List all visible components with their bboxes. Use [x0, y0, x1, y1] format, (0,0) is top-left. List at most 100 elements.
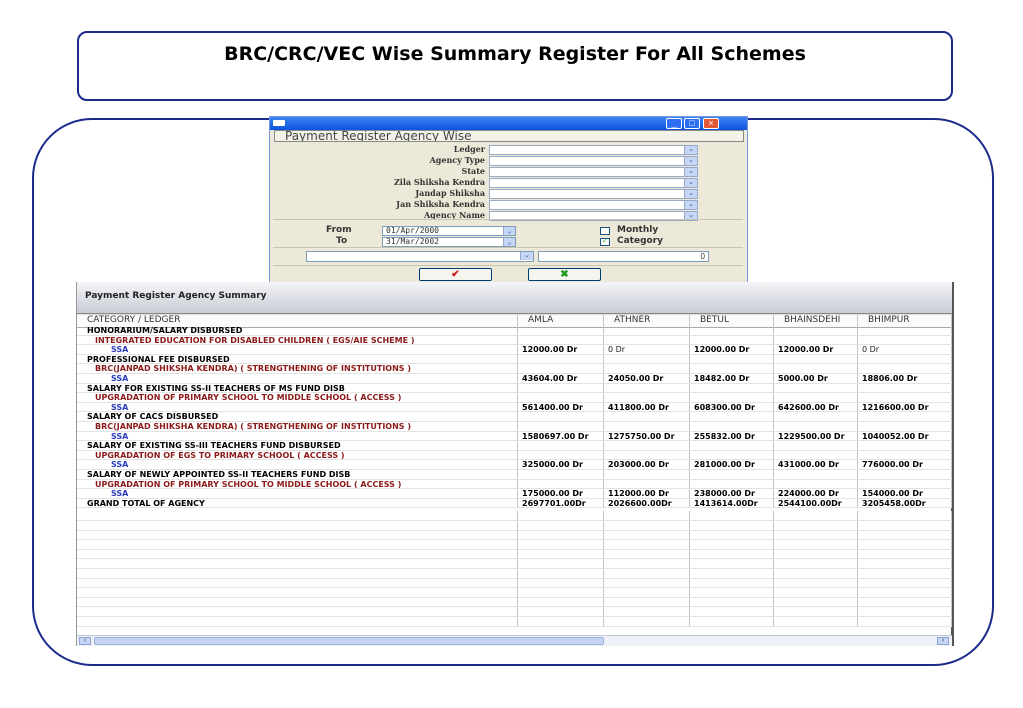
table-row[interactable]: SSA 43604.00 Dr 24050.00 Dr 18482.00 Dr 5000…	[77, 374, 952, 384]
amount-cell	[518, 588, 604, 597]
field-dropdown[interactable]: ⌄	[489, 167, 698, 177]
amount-cell	[518, 540, 604, 549]
field-dropdown[interactable]: ⌄	[489, 145, 698, 155]
ledger-cell: SSA	[77, 374, 518, 383]
amount-cell	[774, 521, 858, 530]
amount-cell	[518, 559, 604, 568]
amount-cell	[604, 569, 690, 578]
ledger-cell	[77, 511, 518, 520]
chevron-down-icon[interactable]: ⌄	[684, 157, 697, 165]
to-date-input[interactable]: 31/Mar/2002 ⌄	[382, 237, 516, 247]
amount-cell: 411800.00 Dr	[604, 402, 690, 412]
table-row[interactable]	[77, 607, 952, 617]
field-dropdown[interactable]: ⌄	[489, 178, 698, 188]
selection-combo[interactable]: ⌄	[306, 251, 534, 262]
table-row[interactable]	[77, 569, 952, 579]
table-row[interactable]: INTEGRATED EDUCATION FOR DISABLED CHILDR…	[77, 335, 952, 346]
scroll-right-button[interactable]: ›	[937, 637, 949, 645]
ledger-cell: PROFESSIONAL FEE DISBURSED	[77, 354, 518, 364]
chevron-down-icon[interactable]: ⌄	[684, 190, 697, 198]
chevron-down-icon[interactable]: ⌄	[684, 201, 697, 209]
amount-cell	[604, 450, 690, 460]
amount-cell	[604, 383, 690, 393]
scroll-thumb[interactable]	[94, 637, 604, 645]
category-checkbox[interactable]: ✓	[600, 238, 610, 246]
amount-cell	[690, 530, 774, 540]
table-row[interactable]	[77, 588, 952, 598]
amount-cell	[858, 412, 952, 421]
from-date-input[interactable]: 01/Apr/2000 ⌄	[382, 226, 516, 236]
table-row[interactable]: PROFESSIONAL FEE DISBURSED	[77, 354, 952, 365]
cancel-button[interactable]: ✖	[528, 268, 601, 281]
amount-cell	[858, 326, 952, 335]
field-dropdown[interactable]: ⌄	[489, 200, 698, 210]
table-row[interactable]	[77, 597, 952, 608]
maximize-button[interactable]: □	[684, 118, 700, 129]
table-row[interactable]: SSA 175000.00 Dr 112000.00 Dr 238000.00 Dr 2…	[77, 489, 952, 499]
table-row[interactable]	[77, 549, 952, 560]
amount-cell	[774, 470, 858, 479]
table-row[interactable]: SSA 1580697.00 Dr 1275750.00 Dr 255832.00 D…	[77, 431, 952, 442]
chevron-down-icon[interactable]: ⌄	[684, 179, 697, 187]
amount-cell	[518, 470, 604, 479]
table-row[interactable]: GRAND TOTAL OF AGENCY 2697701.00Dr 2026600…	[77, 498, 952, 509]
amount-cell	[858, 441, 952, 450]
slide-title-box: BRC/CRC/VEC Wise Summary Register For Al…	[77, 31, 953, 101]
amount-cell	[858, 588, 952, 597]
table-row[interactable]: BRC(JANPAD SHIKSHA KENDRA) ( STRENGTHENI…	[77, 422, 952, 432]
amount-cell	[604, 335, 690, 345]
amount-cell: 154000.00 Dr	[858, 489, 952, 498]
amount-cell	[518, 393, 604, 402]
amount-cell	[690, 479, 774, 489]
monthly-checkbox[interactable]	[600, 227, 610, 235]
close-button[interactable]: ×	[703, 118, 719, 129]
table-row[interactable]: SSA 561400.00 Dr 411800.00 Dr 608300.00 Dr 6…	[77, 402, 952, 413]
ok-button[interactable]: ✔	[419, 268, 492, 281]
amount-cell: 642600.00 Dr	[774, 402, 858, 412]
minimize-button[interactable]: _	[666, 118, 682, 129]
amount-cell: 1216600.00 Dr	[858, 402, 952, 412]
ledger-cell	[77, 597, 518, 607]
amount-cell	[774, 540, 858, 549]
table-row[interactable]	[77, 578, 952, 589]
table-row[interactable]: BRC(JANPAD SHIKSHA KENDRA) ( STRENGTHENI…	[77, 364, 952, 374]
amount-cell	[774, 588, 858, 597]
table-row[interactable]	[77, 559, 952, 569]
amount-cell	[858, 540, 952, 549]
table-row[interactable]: UPGRADATION OF PRIMARY SCHOOL TO MIDDLE …	[77, 479, 952, 490]
chevron-down-icon[interactable]: ⌄	[684, 168, 697, 176]
table-row[interactable]: SALARY OF EXISTING SS-III TEACHERS FUND …	[77, 441, 952, 451]
field-dropdown[interactable]: ⌄	[489, 156, 698, 166]
table-row[interactable]	[77, 521, 952, 531]
amount-cell	[774, 597, 858, 607]
scroll-left-button[interactable]: ‹	[79, 637, 91, 645]
table-row[interactable]	[77, 540, 952, 550]
summary-titlebar: Payment Register Agency Summary	[77, 282, 952, 314]
table-row[interactable]	[77, 530, 952, 541]
table-row[interactable]: SALARY FOR EXISTING SS-II TEACHERS OF MS…	[77, 383, 952, 394]
table-row[interactable]	[77, 511, 952, 521]
amount-cell: 18482.00 Dr	[690, 374, 774, 383]
amount-cell	[690, 569, 774, 578]
field-label: Ledger	[453, 144, 485, 154]
dialog-titlebar[interactable]: _ □ ×	[270, 117, 747, 130]
amount-cell	[858, 393, 952, 402]
table-row[interactable]: UPGRADATION OF EGS TO PRIMARY SCHOOL ( A…	[77, 450, 952, 461]
amount-cell	[858, 607, 952, 616]
amount-cell	[774, 479, 858, 489]
number-field[interactable]: 0	[538, 251, 709, 262]
table-row[interactable]: UPGRADATION OF PRIMARY SCHOOL TO MIDDLE …	[77, 393, 952, 403]
amount-cell	[690, 441, 774, 450]
table-row[interactable]: SSA 325000.00 Dr 203000.00 Dr 281000.00 Dr 4…	[77, 460, 952, 470]
chevron-down-icon[interactable]: ⌄	[684, 146, 697, 154]
horizontal-scrollbar[interactable]: ‹ ›	[77, 635, 952, 646]
table-row[interactable]: SALARY OF CACS DISBURSED	[77, 412, 952, 422]
field-dropdown[interactable]: ⌄	[489, 189, 698, 199]
table-row[interactable]	[77, 617, 952, 627]
ledger-cell	[77, 549, 518, 559]
amount-cell: 608300.00 Dr	[690, 402, 774, 412]
table-row[interactable]: SALARY OF NEWLY APPOINTED SS-II TEACHERS…	[77, 470, 952, 480]
table-row[interactable]: SSA 12000.00 Dr 0 Dr 12000.00 Dr 12000.00 Dr…	[77, 345, 952, 355]
table-row[interactable]: HONORARIUM/SALARY DISBURSED	[77, 326, 952, 336]
amount-cell	[518, 597, 604, 607]
